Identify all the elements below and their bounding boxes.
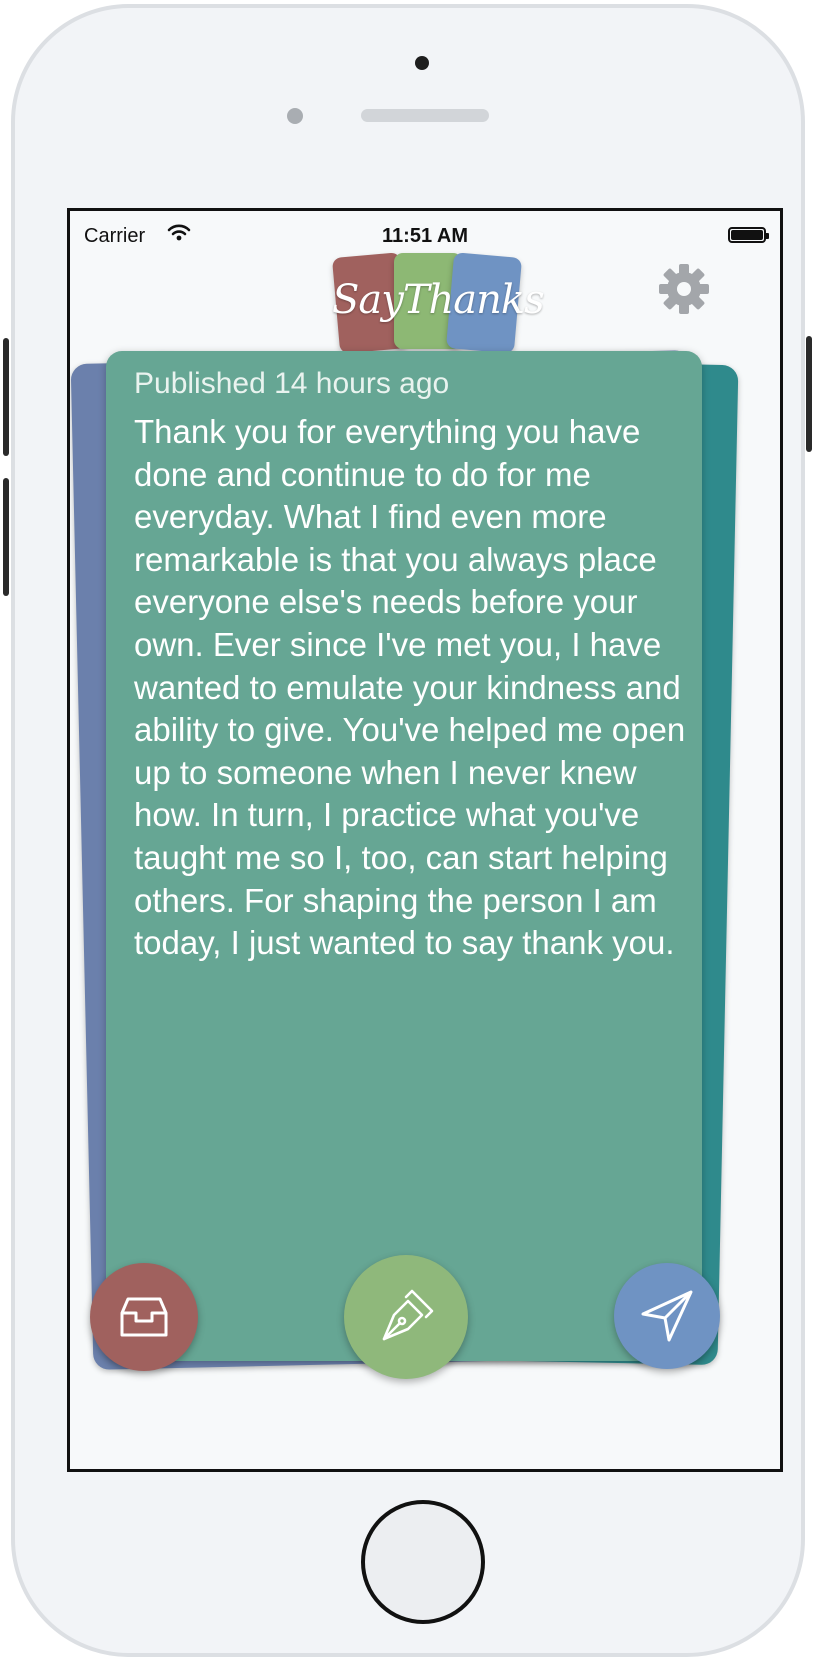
thank-you-card[interactable]: Published 14 hours ago Thank you for eve… [106, 351, 702, 1361]
mute-switch [3, 338, 9, 456]
volume-button [3, 478, 9, 596]
phone-frame: Carrier 11:51 AM SayThanks Published 14 … [11, 4, 805, 1657]
fountain-pen-icon [382, 1289, 434, 1341]
earpiece-speaker [361, 109, 489, 122]
front-camera [415, 56, 429, 70]
logo-text: SayThanks [332, 277, 545, 323]
thank-you-message: Thank you for everything you have done a… [134, 413, 686, 962]
status-bar: Carrier 11:51 AM [70, 211, 780, 251]
compose-button[interactable] [344, 1255, 468, 1379]
inbox-button[interactable] [90, 1263, 198, 1371]
proximity-sensor [287, 108, 303, 124]
home-button[interactable] [361, 1500, 485, 1624]
gear-icon[interactable] [658, 263, 710, 315]
send-button[interactable] [614, 1263, 720, 1369]
power-button [806, 336, 812, 452]
published-timestamp: Published 14 hours ago [134, 367, 450, 400]
inbox-icon [120, 1297, 168, 1337]
app-logo: SayThanks [331, 249, 545, 355]
paper-plane-icon [641, 1290, 693, 1342]
clock: 11:51 AM [382, 225, 468, 247]
battery-icon [728, 227, 769, 243]
app-screen: Carrier 11:51 AM SayThanks Published 14 … [67, 208, 783, 1472]
